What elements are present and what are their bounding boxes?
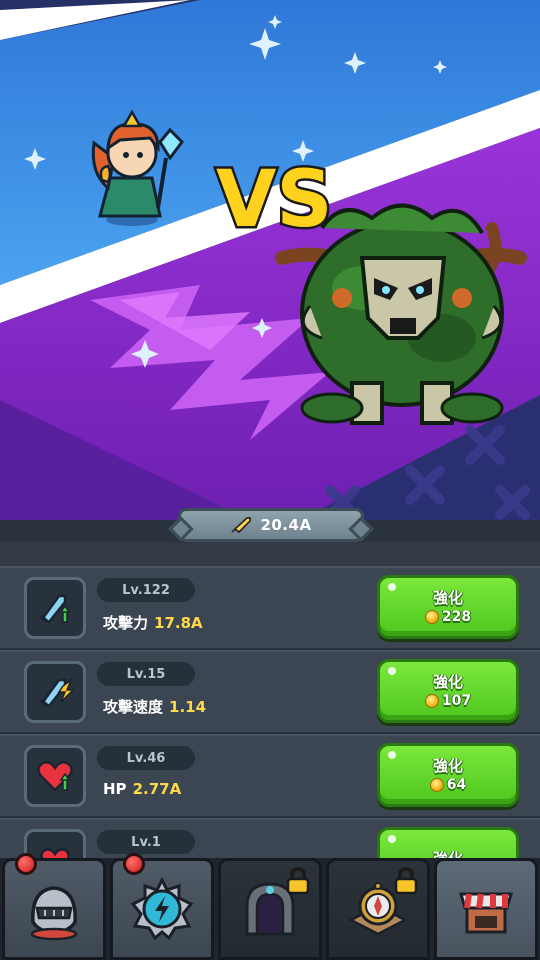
upgrade-row-attack: Lv.122 攻擊力 17.8A 強化 228 bbox=[0, 566, 540, 650]
forest-guardian-boss bbox=[275, 203, 527, 425]
stat-name: 攻擊力 bbox=[103, 614, 149, 632]
stat-value: 2.77A bbox=[132, 780, 182, 798]
battle-scene: VS bbox=[0, 0, 540, 520]
nav-tab-skill[interactable] bbox=[110, 853, 214, 960]
total-power-banner: 20.4A bbox=[178, 508, 364, 542]
nav-tab-helmet[interactable] bbox=[2, 853, 106, 960]
shop-stall-icon bbox=[459, 892, 513, 934]
level-label: Lv.1 bbox=[97, 830, 195, 854]
upgrade-hp-button[interactable]: 強化 64 bbox=[377, 743, 519, 807]
nav-tab-shop[interactable] bbox=[434, 858, 538, 960]
stat-value: 17.8A bbox=[154, 614, 203, 632]
stat-name: 攻擊速度 bbox=[103, 698, 164, 716]
nav-tab-compass[interactable] bbox=[326, 858, 430, 960]
gold-coin-icon bbox=[424, 610, 439, 624]
stat-line: 攻擊力 17.8A bbox=[103, 612, 203, 633]
upgrade-row-attack-speed: Lv.15 攻擊速度 1.14 強化 107 bbox=[0, 650, 540, 734]
stat-name: HP bbox=[103, 780, 127, 798]
upgrade-cost: 228 bbox=[424, 609, 472, 625]
gold-coin-icon bbox=[424, 694, 439, 708]
lightning-badge-icon bbox=[130, 876, 194, 941]
upgrade-button-label: 強化 bbox=[432, 589, 463, 607]
upgrade-attack-button[interactable]: 強化 228 bbox=[377, 575, 519, 639]
upgrade-button-label: 強化 bbox=[432, 673, 463, 691]
level-label: Lv.46 bbox=[97, 746, 195, 770]
nav-tab-dungeon[interactable] bbox=[218, 858, 322, 960]
upgrade-cost: 64 bbox=[429, 777, 467, 793]
knight-helmet-icon bbox=[30, 886, 78, 941]
gold-coin-icon bbox=[429, 778, 444, 792]
cost-value: 107 bbox=[441, 693, 472, 709]
bottom-nav bbox=[0, 853, 540, 960]
total-power-value: 20.4A bbox=[260, 516, 312, 534]
sword-icon bbox=[231, 517, 252, 534]
lock-icon bbox=[286, 867, 310, 895]
stat-line: HP 2.77A bbox=[103, 780, 181, 798]
heart-up-icon bbox=[24, 745, 86, 807]
lock-icon bbox=[394, 867, 418, 895]
upgrade-attack-speed-button[interactable]: 強化 107 bbox=[377, 659, 519, 723]
stat-line: 攻擊速度 1.14 bbox=[103, 696, 206, 717]
stat-value: 1.14 bbox=[169, 698, 207, 716]
upgrade-row-hp: Lv.46 HP 2.77A 強化 64 bbox=[0, 734, 540, 818]
notification-dot bbox=[15, 853, 37, 875]
sword-speed-icon bbox=[24, 661, 86, 723]
upgrade-cost: 107 bbox=[424, 693, 472, 709]
level-label: Lv.122 bbox=[97, 578, 195, 602]
notification-dot bbox=[123, 853, 145, 875]
hero-character bbox=[91, 109, 184, 226]
sword-up-icon bbox=[24, 577, 86, 639]
cost-value: 228 bbox=[441, 609, 472, 625]
upgrade-button-label: 強化 bbox=[432, 757, 463, 775]
level-label: Lv.15 bbox=[97, 662, 195, 686]
cost-value: 64 bbox=[446, 777, 467, 793]
